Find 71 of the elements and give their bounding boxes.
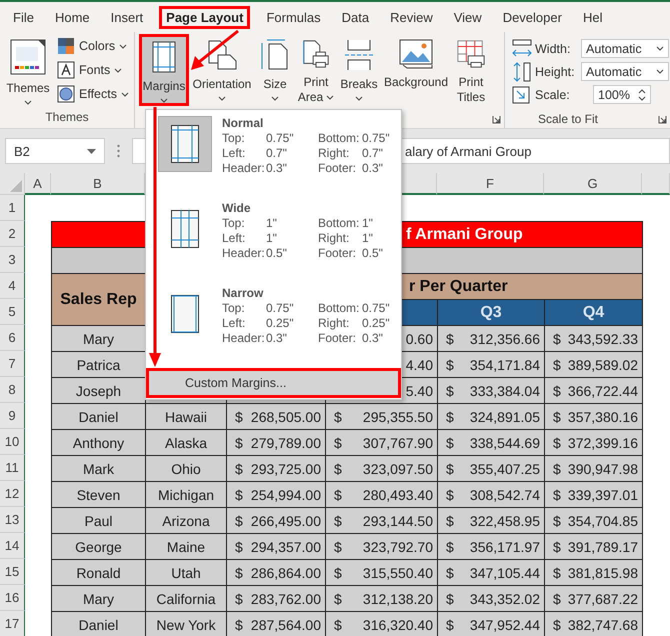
table-cell: George — [51, 533, 146, 560]
table-cell: $ 377,687.22 — [544, 585, 643, 612]
table-cell: $ 294,357.00 — [226, 533, 326, 560]
table-cell: $ 286,864.00 — [226, 559, 326, 586]
table-cell: Ronald — [51, 559, 146, 586]
table-cell: $ 366,722.44 — [544, 377, 643, 404]
group-label: Themes — [44, 110, 90, 126]
table-cell: Alaska — [145, 429, 227, 456]
table-cell: Mary — [51, 585, 146, 612]
table-cell: $ 339,397.01 — [544, 481, 643, 508]
table-cell: Steven — [51, 481, 146, 508]
table-cell: Michigan — [145, 481, 227, 508]
table-cell: $ 391,789.17 — [544, 533, 643, 560]
table-cell: Hawaii — [145, 403, 227, 430]
table-cell: Paul — [51, 507, 146, 534]
table-cell: $ 343,352.02 — [437, 585, 545, 612]
table-cell: Maine — [145, 533, 227, 560]
table-cell: $ 354,704.85 — [544, 507, 643, 534]
table-header: Q3 — [437, 299, 545, 326]
table-cell: $ 293,144.50 — [325, 507, 438, 534]
table-cell: $ 355,407.25 — [437, 455, 545, 482]
table-cell: $ 254,994.00 — [226, 481, 326, 508]
table-cell: $ 268,505.00 — [226, 403, 326, 430]
table-cell: $ 312,138.20 — [325, 585, 438, 612]
table-cell: Utah — [145, 559, 227, 586]
table-cell: Daniel — [51, 403, 146, 430]
table-cell: $ 372,399.16 — [544, 429, 643, 456]
table-cell: $ 293,725.00 — [226, 455, 326, 482]
table-cell: $ 333,384.04 — [437, 377, 545, 404]
table-cell: $ 323,097.50 — [325, 455, 438, 482]
table-cell: $ 283,762.00 — [226, 585, 326, 612]
table-cell: $ 389,589.02 — [544, 351, 643, 378]
field-label: Scale: — [535, 88, 571, 102]
table-cell: New York — [145, 611, 227, 636]
table-cell: $ 323,792.70 — [325, 533, 438, 560]
table-cell: $ 322,458.95 — [437, 507, 545, 534]
group-label: Scale to Fit — [538, 112, 598, 126]
field-label: Width: — [535, 42, 572, 56]
table-cell: $ 347,952.44 — [437, 611, 545, 636]
table-cell: $ 382,747.68 — [544, 611, 643, 636]
table-cell: $ 356,171.97 — [437, 533, 545, 560]
table-cell: $ 308,542.74 — [437, 481, 545, 508]
table-cell: $ 307,767.90 — [325, 429, 438, 456]
table-cell: $ 343,592.33 — [544, 325, 643, 352]
table-cell: $ 312,356.66 — [437, 325, 545, 352]
table-cell: Mary — [51, 325, 146, 352]
table-cell: $ 338,544.69 — [437, 429, 545, 456]
table-cell: $ 390,947.98 — [544, 455, 643, 482]
table-cell: $ 381,815.98 — [544, 559, 643, 586]
table-cell: $ 279,789.00 — [226, 429, 326, 456]
table-cell: $ 347,105.44 — [437, 559, 545, 586]
table-header: Q4 — [544, 299, 643, 326]
table-cell: $ 295,355.50 — [325, 403, 438, 430]
table-cell: $ 324,891.05 — [437, 403, 545, 430]
table-cell: Mark — [51, 455, 146, 482]
table-cell: $ 354,171.84 — [437, 351, 545, 378]
table-cell: Joseph — [51, 377, 146, 404]
table-cell: $ 280,493.40 — [325, 481, 438, 508]
table-cell: Patrica — [51, 351, 146, 378]
table-header: Sales Rep — [51, 273, 146, 326]
table-cell: $ 315,550.40 — [325, 559, 438, 586]
table-cell: Arizona — [145, 507, 227, 534]
table-cell: $ 266,495.00 — [226, 507, 326, 534]
field-label: Height: — [535, 64, 576, 78]
table-cell: Daniel — [51, 611, 146, 636]
table-cell: $ 316,320.40 — [325, 611, 438, 636]
table-cell: Ohio — [145, 455, 227, 482]
table-cell: $ 357,380.16 — [544, 403, 643, 430]
table-cell: Anthony — [51, 429, 146, 456]
table-cell: $ 287,564.00 — [226, 611, 326, 636]
table-cell: California — [145, 585, 227, 612]
